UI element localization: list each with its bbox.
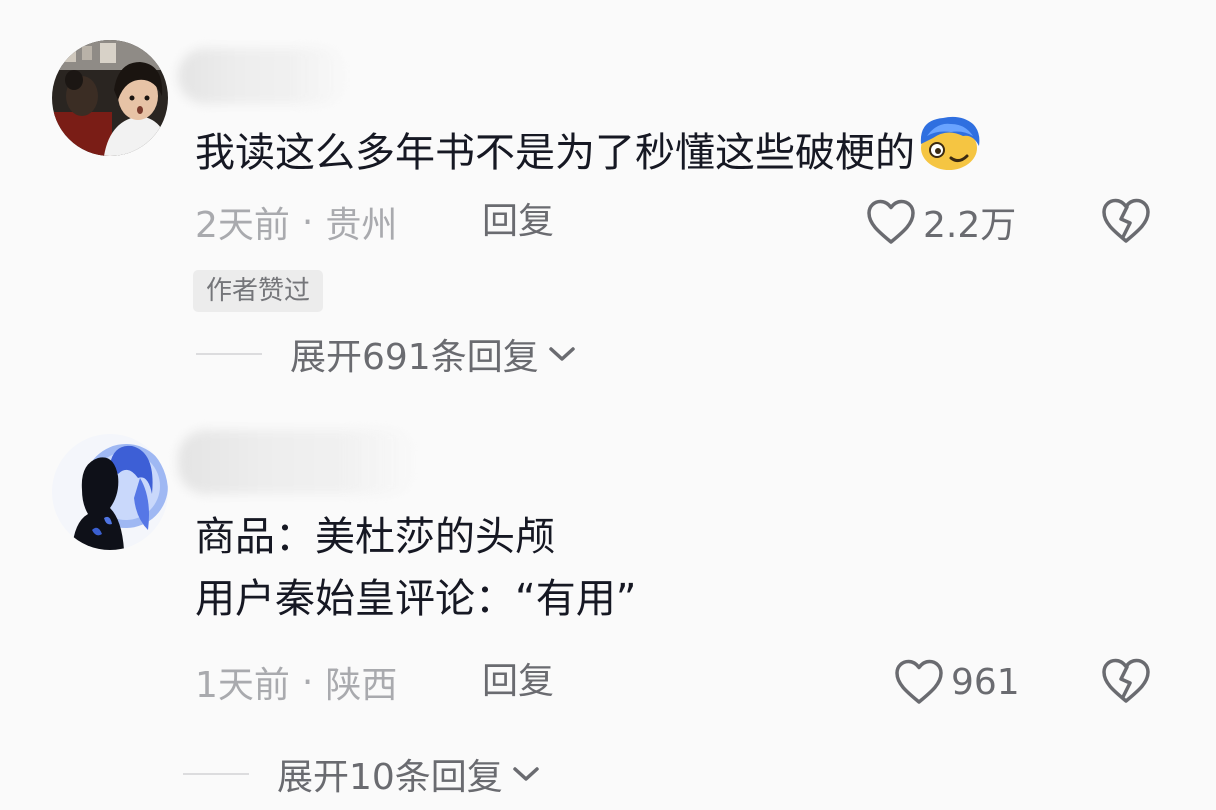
username-blurred[interactable]	[178, 430, 418, 494]
username-blurred[interactable]	[178, 48, 348, 104]
like-button[interactable]: 2.2万	[865, 196, 1016, 248]
expand-replies-label: 展开10条回复	[277, 757, 503, 798]
comment-item: 商品：美杜莎的头颅 用户秦始皇评论：“有用” 1天前 · 陕西 回复 961 展…	[0, 400, 1216, 810]
comment-time: 1天前	[195, 665, 290, 706]
expand-replies-button[interactable]: 展开691条回复	[196, 330, 577, 378]
expand-replies-label: 展开691条回复	[290, 337, 539, 378]
comment-location: 陕西	[325, 665, 398, 706]
user-avatar[interactable]	[52, 40, 168, 156]
chevron-down-icon	[513, 767, 539, 781]
comment-text: 我读这么多年书不是为了秒懂这些破梗的	[195, 114, 981, 188]
dislike-button[interactable]	[1100, 657, 1152, 709]
comment-meta: 1天前 · 陕西	[195, 658, 398, 707]
reply-button[interactable]: 回复	[482, 198, 554, 246]
meta-separator: ·	[301, 201, 314, 243]
chevron-down-icon	[548, 347, 575, 361]
comment-meta: 2天前 · 贵州	[195, 198, 398, 247]
comment-item: 我读这么多年书不是为了秒懂这些破梗的 2天前 · 贵州 回复 2.2万 作者赞过	[0, 0, 1216, 400]
like-count: 961	[951, 661, 1020, 703]
comment-location: 贵州	[325, 205, 398, 246]
broken-heart-icon	[1102, 198, 1150, 243]
comment-time: 2天前	[195, 205, 290, 246]
like-count: 2.2万	[923, 205, 1017, 246]
broken-heart-icon	[1102, 658, 1150, 703]
author-liked-badge: 作者赞过	[193, 270, 324, 312]
divider-line	[183, 773, 249, 775]
comment-text-line: 商品：美杜莎的头颅	[195, 514, 555, 560]
comment-text: 商品：美杜莎的头颅 用户秦始皇评论：“有用”	[195, 508, 636, 628]
comment-text-line: 用户秦始皇评论：“有用”	[195, 576, 637, 622]
dislike-button[interactable]	[1100, 197, 1152, 249]
expand-replies-button[interactable]: 展开10条回复	[183, 750, 541, 798]
heart-outline-icon	[895, 659, 943, 704]
blue-hair-face-emoji-icon	[917, 114, 981, 188]
reply-button[interactable]: 回复	[482, 658, 554, 706]
heart-outline-icon	[867, 199, 915, 244]
meta-separator: ·	[301, 661, 314, 703]
user-avatar[interactable]	[52, 434, 168, 550]
like-button[interactable]: 961	[893, 656, 1020, 708]
divider-line	[196, 353, 262, 355]
